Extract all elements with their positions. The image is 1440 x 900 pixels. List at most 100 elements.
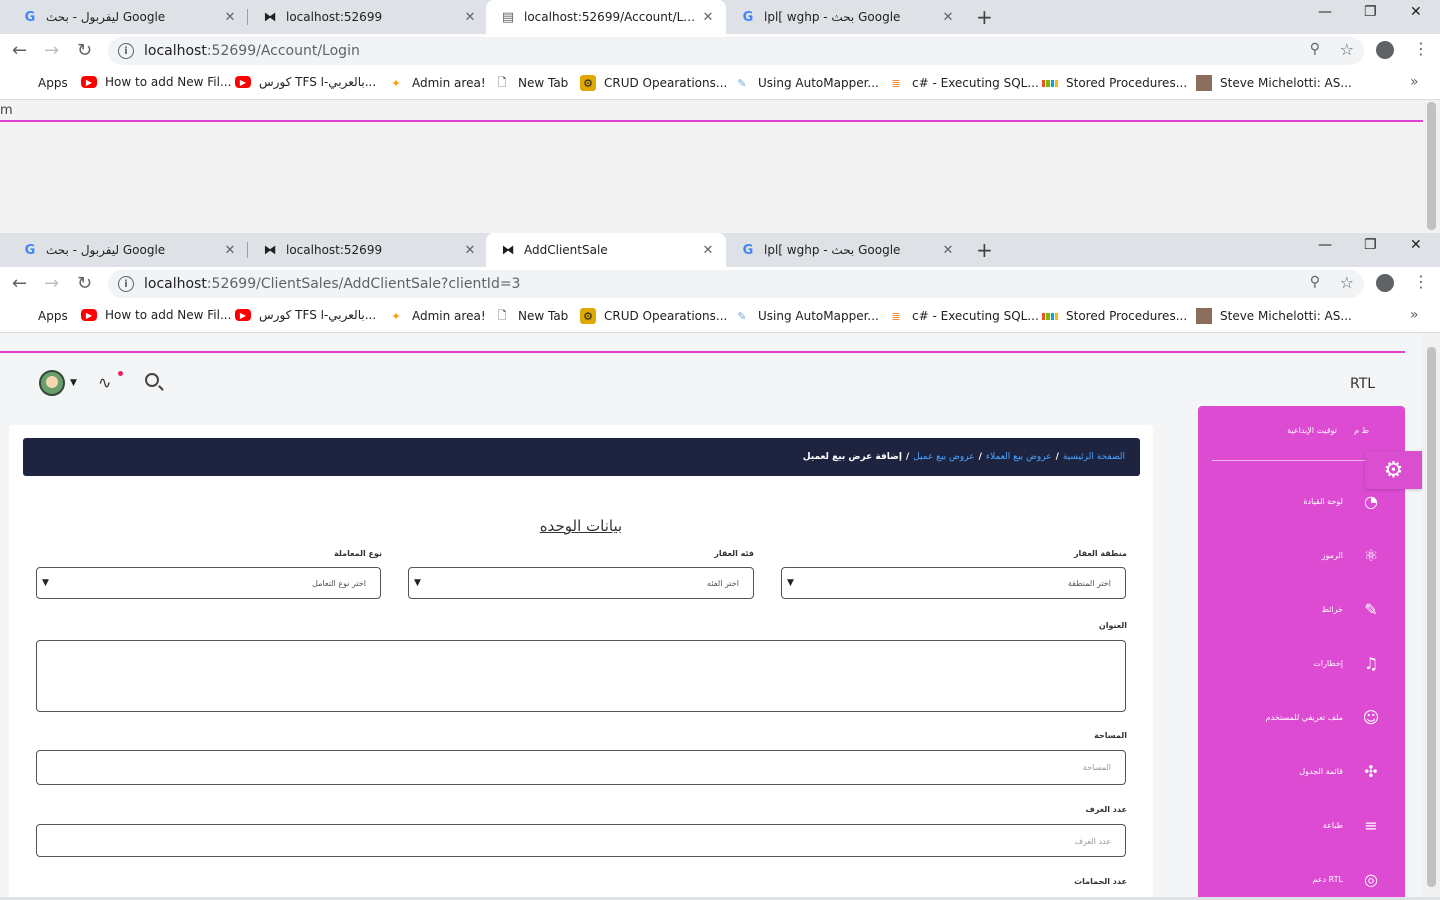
category-select[interactable]: اختر الفئه ▼ xyxy=(408,567,754,599)
sidebar-brand[interactable]: توقيت الإبداعية xyxy=(1287,426,1337,435)
sidebar-item-rtl-support[interactable]: دعم RTL ◎ xyxy=(1312,870,1381,889)
bookmark-item[interactable]: ▶ How to add New Fil... xyxy=(81,308,231,322)
scrollbar[interactable] xyxy=(1423,333,1440,897)
browser-tab[interactable]: G lpl[ wghp - بحث Google ✕ xyxy=(726,0,966,34)
account-icon[interactable] xyxy=(1376,41,1394,59)
bookmark-apps[interactable]: Apps xyxy=(14,308,68,324)
new-tab-button[interactable]: + xyxy=(976,238,993,262)
bookmark-label: CRUD Opearations... xyxy=(604,76,728,90)
google-icon: G xyxy=(742,242,754,258)
scroll-thumb[interactable] xyxy=(1427,347,1436,887)
youtube-icon: ▶ xyxy=(235,76,251,88)
region-select[interactable]: اختر المنطقة ▼ xyxy=(781,567,1126,599)
close-tab-icon[interactable]: ✕ xyxy=(940,10,956,25)
back-icon[interactable]: ← xyxy=(12,40,27,61)
browser-tab-active[interactable]: ▤ localhost:52699/Account/Login ✕ xyxy=(486,0,726,34)
bookmark-label: Admin area! xyxy=(412,76,486,90)
minimize-icon[interactable]: — xyxy=(1318,4,1332,20)
sidebar-item-user-profile[interactable]: ملف تعريفي للمستخدم ☺ xyxy=(1266,708,1381,727)
close-tab-icon[interactable]: ✕ xyxy=(462,10,478,25)
browser-tab[interactable]: G lpl[ wghp - بحث Google ✕ xyxy=(726,233,966,267)
sidebar-item-table-list[interactable]: قائمة الجدول ✣ xyxy=(1299,762,1381,781)
star-icon[interactable]: ☆ xyxy=(1340,273,1354,292)
close-tab-icon[interactable]: ✕ xyxy=(700,10,716,25)
search-icon[interactable] xyxy=(145,373,159,387)
forward-icon[interactable]: → xyxy=(44,40,59,61)
restore-icon[interactable]: ❐ xyxy=(1364,237,1377,253)
area-input[interactable]: المساحة xyxy=(36,750,1126,785)
rooms-placeholder: عدد الغرف xyxy=(1074,837,1111,846)
scroll-thumb[interactable] xyxy=(1427,102,1436,230)
breadcrumb-sales[interactable]: عروض بيع العملاء xyxy=(986,452,1052,462)
more-bookmarks-icon[interactable]: » xyxy=(1410,74,1419,90)
bookmark-item[interactable]: ✦ Admin area! xyxy=(388,75,486,91)
close-tab-icon[interactable]: ✕ xyxy=(462,243,478,258)
close-tab-icon[interactable]: ✕ xyxy=(222,243,238,258)
browser-tab[interactable]: ⧓ localhost:52699 ✕ xyxy=(248,0,488,34)
address-textarea[interactable] xyxy=(36,640,1126,712)
reload-icon[interactable]: ↻ xyxy=(77,40,92,61)
close-tab-icon[interactable]: ✕ xyxy=(940,243,956,258)
bookmark-item[interactable]: ≣ c# - Executing SQL... xyxy=(888,308,1038,324)
bowtie-icon: ⧓ xyxy=(263,9,277,25)
admin-icon: ✦ xyxy=(391,76,401,90)
close-window-icon[interactable]: ✕ xyxy=(1410,237,1422,253)
info-icon[interactable]: i xyxy=(118,43,134,59)
bookmark-item[interactable]: 🗋 New Tab xyxy=(494,308,569,324)
more-bookmarks-icon[interactable]: » xyxy=(1410,307,1419,323)
restore-icon[interactable]: ❐ xyxy=(1364,4,1377,20)
activity-icon[interactable]: ∿ xyxy=(98,373,111,392)
bookmark-item[interactable]: ≣ c# - Executing SQL... xyxy=(888,75,1038,91)
close-window-icon[interactable]: ✕ xyxy=(1410,4,1422,20)
bookmark-apps[interactable]: Apps xyxy=(14,75,68,91)
bookmark-item[interactable]: 🗋 New Tab xyxy=(494,75,569,91)
zoom-icon[interactable]: ⚲ xyxy=(1310,41,1320,57)
scrollbar[interactable] xyxy=(1423,100,1440,233)
new-tab-button[interactable]: + xyxy=(976,5,993,29)
back-icon[interactable]: ← xyxy=(12,273,27,294)
browser-tab[interactable]: ⧓ localhost:52699 ✕ xyxy=(248,233,488,267)
address-bar[interactable]: i localhost :52699/Account/Login ⚲ ☆ xyxy=(108,37,1364,65)
account-icon[interactable] xyxy=(1376,274,1394,292)
browser-tab[interactable]: G ليفربول - بحث Google ✕ xyxy=(8,0,248,34)
bookmark-item[interactable]: ✎ Using AutoMapper... xyxy=(734,308,878,324)
breadcrumb-home[interactable]: الصفحة الرئيسية xyxy=(1063,452,1125,462)
sidebar-item-typography[interactable]: طباعة ≡ xyxy=(1323,816,1381,835)
address-bar[interactable]: i localhost :52699/ClientSales/AddClient… xyxy=(108,270,1364,298)
chevron-down-icon[interactable]: ▼ xyxy=(70,378,77,388)
rooms-input[interactable]: عدد الغرف xyxy=(36,824,1126,857)
bookmark-item[interactable]: ▶ How to add New Fil... xyxy=(81,75,231,89)
bookmark-item[interactable]: ✦ Admin area! xyxy=(388,308,485,324)
bookmark-item[interactable]: ⚙ CRUD Opearations... xyxy=(580,75,727,91)
minimize-icon[interactable]: — xyxy=(1318,237,1332,253)
bookmark-item[interactable]: ▶ كورس TFS بالعربي-ا... xyxy=(235,75,376,89)
sidebar-brand-short[interactable]: ط م xyxy=(1354,426,1369,435)
bookmark-item[interactable]: ▶ كورس TFS بالعربي-ا... xyxy=(235,308,376,322)
sidebar-item-label: لوحة القيادة xyxy=(1303,497,1343,506)
bookmark-item[interactable]: Stored Procedures... xyxy=(1042,75,1187,91)
bookmark-item[interactable]: Stored Procedures... xyxy=(1042,308,1187,324)
forward-icon[interactable]: → xyxy=(44,273,59,294)
reload-icon[interactable]: ↻ xyxy=(77,273,92,294)
star-icon[interactable]: ☆ xyxy=(1340,40,1354,59)
sidebar-item-maps[interactable]: خرائط ✎ xyxy=(1322,600,1381,619)
avatar[interactable] xyxy=(39,370,65,396)
kebab-menu-icon[interactable]: ⋮ xyxy=(1413,272,1429,291)
breadcrumb-client[interactable]: عروض بيع عميل xyxy=(913,452,974,462)
kebab-menu-icon[interactable]: ⋮ xyxy=(1413,39,1429,58)
settings-gear-button[interactable]: ⚙ xyxy=(1365,451,1422,489)
bookmark-item[interactable]: ⚙ CRUD Opearations... xyxy=(580,308,727,324)
bookmark-item[interactable]: ✎ Using AutoMapper... xyxy=(734,75,878,91)
zoom-icon[interactable]: ⚲ xyxy=(1310,274,1320,290)
deal-type-select[interactable]: اختر نوع التعامل ▼ xyxy=(36,567,381,599)
sidebar-item-icons[interactable]: الرموز ⚛ xyxy=(1322,546,1381,565)
info-icon[interactable]: i xyxy=(118,276,134,292)
close-tab-icon[interactable]: ✕ xyxy=(700,243,716,258)
close-tab-icon[interactable]: ✕ xyxy=(222,10,238,25)
bookmark-item[interactable]: Steve Michelotti: AS... xyxy=(1196,308,1352,324)
browser-tab-active[interactable]: ⧓ AddClientSale ✕ xyxy=(486,233,726,267)
sidebar-item-dashboard[interactable]: لوحة القيادة ◔ xyxy=(1303,492,1381,511)
sidebar-item-notifications[interactable]: إخطارات ♫ xyxy=(1313,654,1381,673)
browser-tab[interactable]: G ليفربول - بحث Google ✕ xyxy=(8,233,248,267)
bookmark-item[interactable]: Steve Michelotti: AS... xyxy=(1196,75,1352,91)
